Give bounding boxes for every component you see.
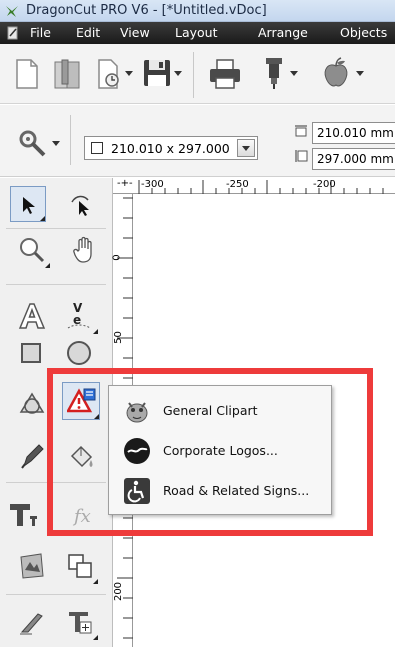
node-edit-tool[interactable] (62, 186, 98, 222)
highlight-box (47, 368, 373, 536)
rectangle-tool[interactable] (14, 334, 50, 370)
image-trace-icon (20, 553, 44, 579)
menu-layout[interactable]: Layout (175, 25, 218, 40)
height-field-icon (295, 150, 308, 162)
ruler-label: -250 (226, 179, 249, 190)
outline-letter-a-icon (18, 303, 46, 329)
dragon-app-icon (6, 6, 18, 17)
width-input[interactable]: 210.010 mm (312, 122, 395, 144)
polygon-shapes-icon (19, 392, 45, 414)
ellipse-icon (67, 341, 91, 365)
chevron-down-icon (242, 146, 250, 151)
pen-icon (21, 444, 44, 469)
magnifier-icon (20, 238, 45, 263)
ruler-label: 0 (111, 254, 123, 261)
cutter-plotter-icon[interactable] (262, 56, 286, 90)
weld-tool[interactable] (62, 548, 98, 584)
tools-settings-icon[interactable] (16, 129, 48, 157)
overlap-squares-icon (68, 554, 92, 578)
page-size-checkbox[interactable] (91, 142, 103, 154)
bold-t-icon (10, 504, 37, 526)
menu-edit[interactable]: Edit (76, 25, 100, 40)
page-size-value: 210.010 x 297.000 (111, 141, 230, 156)
menu-arrange[interactable]: Arrange (258, 25, 308, 40)
save-icon[interactable] (142, 58, 172, 88)
ruler-align-icon (69, 612, 92, 634)
template-dropdown-arrow[interactable] (125, 71, 133, 76)
arrow-pointer-icon (23, 197, 35, 214)
bitmap-tool[interactable] (14, 548, 50, 584)
zoom-tool[interactable] (14, 232, 50, 268)
tool-flyout-marker (93, 579, 98, 584)
ruler-origin-cross: -+- (117, 178, 133, 189)
tools-dropdown-arrow[interactable] (52, 141, 60, 146)
menu-bar: File Edit View Layout Arrange Objects (0, 22, 395, 44)
menu-file[interactable]: File (30, 25, 51, 40)
menu-objects[interactable]: Objects (340, 25, 387, 40)
open-document-icon[interactable] (52, 58, 82, 90)
menu-view[interactable]: View (120, 25, 150, 40)
pen-tool[interactable] (14, 438, 50, 474)
ruler-label: 50 (112, 331, 124, 344)
cutter-dropdown-arrow[interactable] (290, 71, 298, 76)
print-icon[interactable] (208, 58, 242, 90)
new-from-template-icon[interactable] (96, 58, 124, 90)
save-dropdown-arrow[interactable] (174, 71, 182, 76)
tool-flyout-marker (93, 635, 98, 640)
ruler-label: -200 (313, 179, 336, 190)
horizontal-ruler: -+- -300 -250 -200 (113, 178, 395, 194)
tool-flyout-marker (45, 263, 50, 268)
rectangle-icon (21, 343, 41, 363)
width-field-icon (295, 125, 307, 137)
hand-icon (73, 236, 92, 263)
toolbar-separator (70, 115, 71, 165)
polygon-tool[interactable] (14, 386, 50, 422)
ruler-label: 200 (113, 581, 125, 602)
height-input[interactable]: 297.000 mm (312, 148, 395, 170)
tool-flyout-marker (40, 216, 45, 221)
text-tool[interactable] (14, 298, 50, 334)
panel-separator (6, 228, 106, 229)
text-on-path-tool[interactable]: V e (62, 298, 98, 334)
knife-icon (20, 613, 43, 635)
select-tool[interactable] (10, 186, 46, 222)
pan-tool[interactable] (66, 232, 102, 268)
panel-separator (6, 284, 106, 285)
ellipse-tool[interactable] (62, 334, 98, 370)
letter-v-e-icon: V e (67, 301, 91, 329)
ruler-label: -300 (141, 179, 164, 190)
toolbar-separator (193, 52, 194, 98)
window-title: DragonCut PRO V6 - [*Untitled.vDoc] (26, 3, 267, 18)
panel-separator (6, 594, 106, 595)
standard-toolbar (0, 44, 395, 104)
apple-dropdown-arrow[interactable] (356, 71, 364, 76)
document-menu-icon[interactable] (6, 26, 20, 40)
alignment-tool[interactable] (62, 604, 98, 640)
type-tool[interactable] (6, 496, 42, 532)
knife-tool[interactable] (14, 604, 50, 640)
node-edit-icon (71, 195, 89, 216)
title-bar: DragonCut PRO V6 - [*Untitled.vDoc] (0, 0, 395, 22)
page-size-select[interactable]: 210.010 x 297.000 (84, 136, 258, 160)
new-document-icon[interactable] (14, 58, 40, 90)
apple-object-icon[interactable] (320, 56, 352, 90)
page-size-dropdown-button[interactable] (237, 139, 255, 157)
